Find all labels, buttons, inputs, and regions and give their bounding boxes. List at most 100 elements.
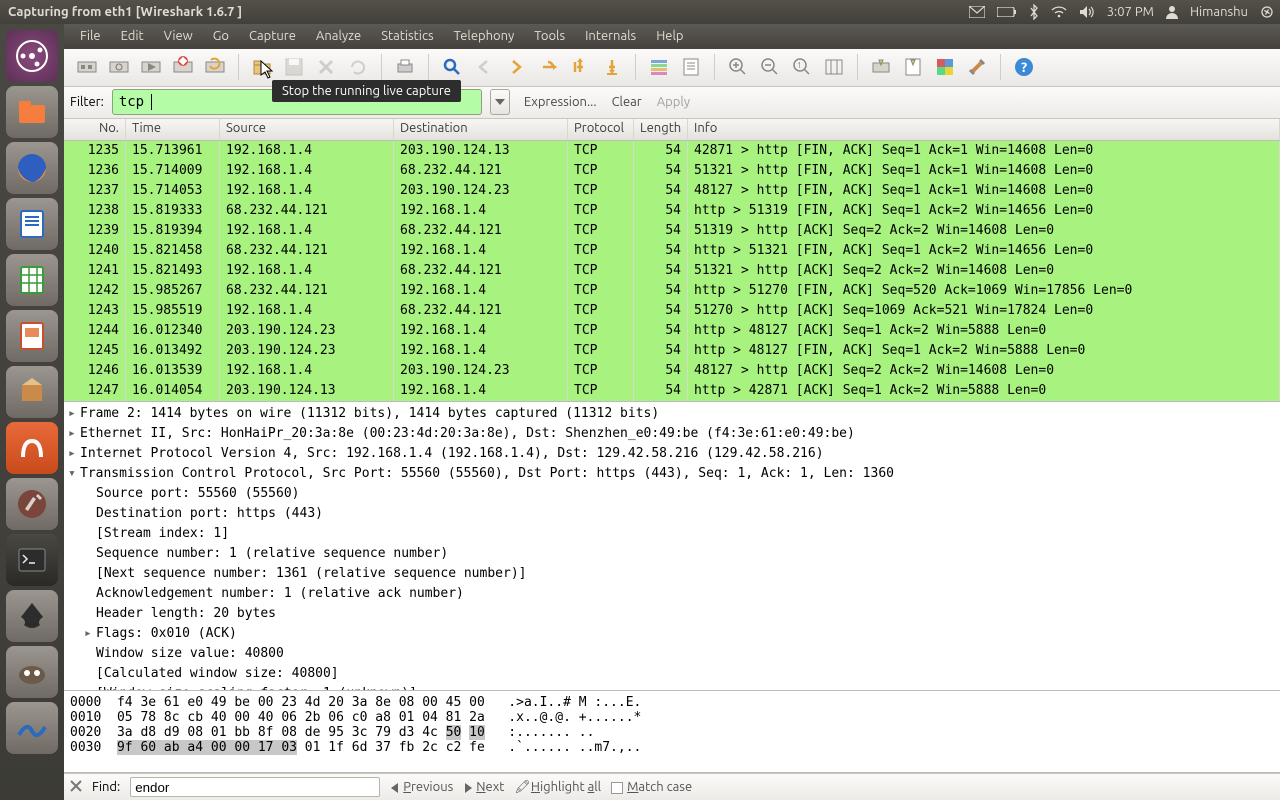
tree-row[interactable]: ▸Ethernet II, Src: HonHaiPr_20:3a:8e (00… [68,424,1276,444]
menu-capture[interactable]: Capture [239,29,306,43]
find-next[interactable]: Next [463,780,504,794]
interfaces-icon[interactable] [74,54,100,80]
expression-button[interactable]: Expression... [524,95,597,109]
zoom-out-icon[interactable] [757,54,783,80]
tree-row[interactable]: Acknowledgement number: 1 (relative ack … [68,584,1276,604]
zoom-in-icon[interactable] [725,54,751,80]
hex-row[interactable]: 0030 9f 60 ab a4 00 00 17 03 01 1f 6d 37… [70,740,1274,755]
print-icon[interactable] [392,54,418,80]
capture-filters-icon[interactable] [868,54,894,80]
autoscroll-icon[interactable] [678,54,704,80]
gimp-icon[interactable] [6,646,58,698]
hex-row[interactable]: 0000 f4 3e 61 e0 49 be 00 23 4d 20 3a 8e… [70,695,1274,710]
save-icon[interactable] [281,54,307,80]
ubuntu-one-icon[interactable] [6,422,58,474]
resize-cols-icon[interactable] [821,54,847,80]
table-row[interactable]: 124015.82145868.232.44.121192.168.1.4TCP… [64,241,1280,261]
menu-help[interactable]: Help [646,29,693,43]
col-info[interactable]: Info [688,119,1280,140]
menu-tools[interactable]: Tools [524,29,575,43]
tree-row[interactable]: Sequence number: 1 (relative sequence nu… [68,544,1276,564]
tree-row[interactable]: ▸Flags: 0x010 (ACK) [68,624,1276,644]
options-icon[interactable] [106,54,132,80]
menu-analyze[interactable]: Analyze [306,29,371,43]
menu-file[interactable]: File [70,29,111,43]
table-row[interactable]: 124616.013539192.168.1.4203.190.124.23TC… [64,361,1280,381]
col-source[interactable]: Source [220,119,394,140]
dash-icon[interactable] [6,30,58,82]
tree-row[interactable]: [Stream index: 1] [68,524,1276,544]
find-close-icon[interactable] [70,780,82,795]
clock-time[interactable]: 3:07 PM [1107,5,1154,19]
table-row[interactable]: 124516.013492203.190.124.23192.168.1.4TC… [64,341,1280,361]
user-icon[interactable] [1166,5,1178,19]
table-row[interactable]: 124416.012340203.190.124.23192.168.1.4TC… [64,321,1280,341]
table-row[interactable]: 123515.713961192.168.1.4203.190.124.13TC… [64,141,1280,161]
col-destination[interactable]: Destination [394,119,568,140]
hex-row[interactable]: 0010 05 78 8c cb 40 00 40 06 2b 06 c0 a8… [70,710,1274,725]
wireshark-tile-icon[interactable] [6,702,58,754]
tree-row[interactable]: ▸Internet Protocol Version 4, Src: 192.1… [68,444,1276,464]
col-length[interactable]: Length [634,119,688,140]
zoom-fit-icon[interactable]: 1 [789,54,815,80]
close-icon[interactable] [313,54,339,80]
start-icon[interactable] [138,54,164,80]
settings-icon[interactable] [6,478,58,530]
menu-edit[interactable]: Edit [111,29,154,43]
apply-button[interactable]: Apply [657,95,690,109]
table-row[interactable]: 123915.819394192.168.1.468.232.44.121TCP… [64,221,1280,241]
menu-internals[interactable]: Internals [575,29,646,43]
tree-row[interactable]: ▾Transmission Control Protocol, Src Port… [68,464,1276,484]
goto-first-icon[interactable] [567,54,593,80]
open-icon[interactable] [249,54,275,80]
restart-icon[interactable] [202,54,228,80]
prefs-icon[interactable] [964,54,990,80]
impress-icon[interactable] [6,310,58,362]
table-row[interactable]: 123715.714053192.168.1.4203.190.124.23TC… [64,181,1280,201]
back-icon[interactable] [471,54,497,80]
calc-icon[interactable] [6,254,58,306]
power-icon[interactable] [1260,5,1274,19]
find-icon[interactable] [439,54,465,80]
table-row[interactable]: 124215.98526768.232.44.121192.168.1.4TCP… [64,281,1280,301]
packet-bytes[interactable]: 0000 f4 3e 61 e0 49 be 00 23 4d 20 3a 8e… [64,691,1280,773]
software-icon[interactable] [6,366,58,418]
inkscape-icon[interactable] [6,590,58,642]
hex-row[interactable]: 0020 3a d8 d9 08 01 bb 8f 08 de 95 3c 79… [70,725,1274,740]
jump-icon[interactable] [535,54,561,80]
tree-row[interactable]: [Window size scaling factor: 1 (unknown)… [68,684,1276,691]
find-highlight[interactable]: 🖍Highlight all [514,780,601,795]
display-filters-icon[interactable] [900,54,926,80]
menu-go[interactable]: Go [203,29,239,43]
menu-telephony[interactable]: Telephony [444,29,525,43]
firefox-icon[interactable] [6,142,58,194]
user-name[interactable]: Himanshu [1190,5,1248,19]
filter-dropdown-icon[interactable] [490,89,510,115]
find-prev[interactable]: Previous [390,780,453,794]
find-matchcase[interactable]: Match case [611,780,692,794]
tree-row[interactable]: Header length: 20 bytes [68,604,1276,624]
packet-details[interactable]: ▸Frame 2: 1414 bytes on wire (11312 bits… [64,401,1280,691]
tree-row[interactable]: Window size value: 40800 [68,644,1276,664]
help-icon[interactable]: ? [1011,54,1037,80]
writer-icon[interactable] [6,198,58,250]
col-protocol[interactable]: Protocol [568,119,634,140]
tree-row[interactable]: Source port: 55560 (55560) [68,484,1276,504]
table-row[interactable]: 124716.014054203.190.124.13192.168.1.4TC… [64,381,1280,401]
table-row[interactable]: 123615.714009192.168.1.468.232.44.121TCP… [64,161,1280,181]
tree-row[interactable]: Destination port: https (443) [68,504,1276,524]
tree-row[interactable]: [Next sequence number: 1361 (relative se… [68,564,1276,584]
wifi-icon[interactable] [1051,5,1067,19]
tree-row[interactable]: [Calculated window size: 40800] [68,664,1276,684]
find-input[interactable] [130,777,380,797]
menu-statistics[interactable]: Statistics [371,29,443,43]
clear-button[interactable]: Clear [612,95,642,109]
goto-last-icon[interactable] [599,54,625,80]
forward-icon[interactable] [503,54,529,80]
tree-row[interactable]: ▸Frame 2: 1414 bytes on wire (11312 bits… [68,404,1276,424]
reload-icon[interactable] [345,54,371,80]
bluetooth-icon[interactable] [1029,4,1039,20]
sound-icon[interactable] [1079,5,1095,19]
colorize-icon[interactable] [646,54,672,80]
menu-view[interactable]: View [154,29,203,43]
